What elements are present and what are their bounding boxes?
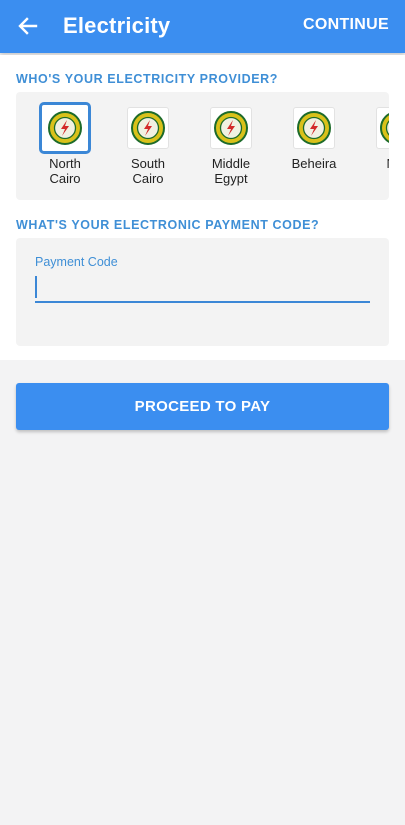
text-cursor: [35, 276, 37, 298]
payment-code-input[interactable]: [35, 273, 370, 303]
provider-name-line1: Middle: [211, 156, 251, 171]
provider-logo-icon: [39, 102, 91, 154]
back-arrow-icon[interactable]: [14, 12, 42, 40]
provider-beheira[interactable]: Beheira: [279, 107, 349, 171]
provider-carousel[interactable]: North Cairo South Cairo Middle Egypt Beh…: [16, 92, 389, 200]
provider-name-line1: Nor: [362, 156, 389, 171]
provider-middle-egypt[interactable]: Middle Egypt: [196, 107, 266, 186]
provider-name-line1: Beheira: [291, 156, 337, 171]
provider-name-line1: North: [49, 156, 81, 171]
proceed-to-pay-button[interactable]: PROCEED TO PAY: [16, 383, 389, 430]
page-title: Electricity: [63, 13, 171, 38]
provider-name-line1: South: [131, 156, 165, 171]
provider-south-cairo[interactable]: South Cairo: [113, 107, 183, 186]
provider-logo-icon: [376, 107, 389, 149]
provider-section-label: WHO'S YOUR ELECTRICITY PROVIDER?: [16, 72, 279, 86]
payment-code-label: Payment Code: [35, 255, 118, 269]
app-bar: Electricity CONTINUE: [0, 0, 405, 53]
provider-north-cairo[interactable]: North Cairo: [30, 102, 100, 186]
payment-section-label: WHAT'S YOUR ELECTRONIC PAYMENT CODE?: [16, 218, 320, 232]
main-card: WHO'S YOUR ELECTRICITY PROVIDER? North C…: [0, 55, 405, 360]
payment-code-container: Payment Code: [16, 238, 389, 346]
provider-partial[interactable]: Nor: [362, 107, 389, 171]
provider-logo-icon: [127, 107, 169, 149]
provider-name-line2: Cairo: [49, 171, 81, 186]
provider-name-line2: Egypt: [214, 171, 248, 186]
continue-button[interactable]: CONTINUE: [303, 16, 389, 34]
provider-name-line2: Cairo: [132, 171, 164, 186]
provider-logo-icon: [293, 107, 335, 149]
provider-logo-icon: [210, 107, 252, 149]
